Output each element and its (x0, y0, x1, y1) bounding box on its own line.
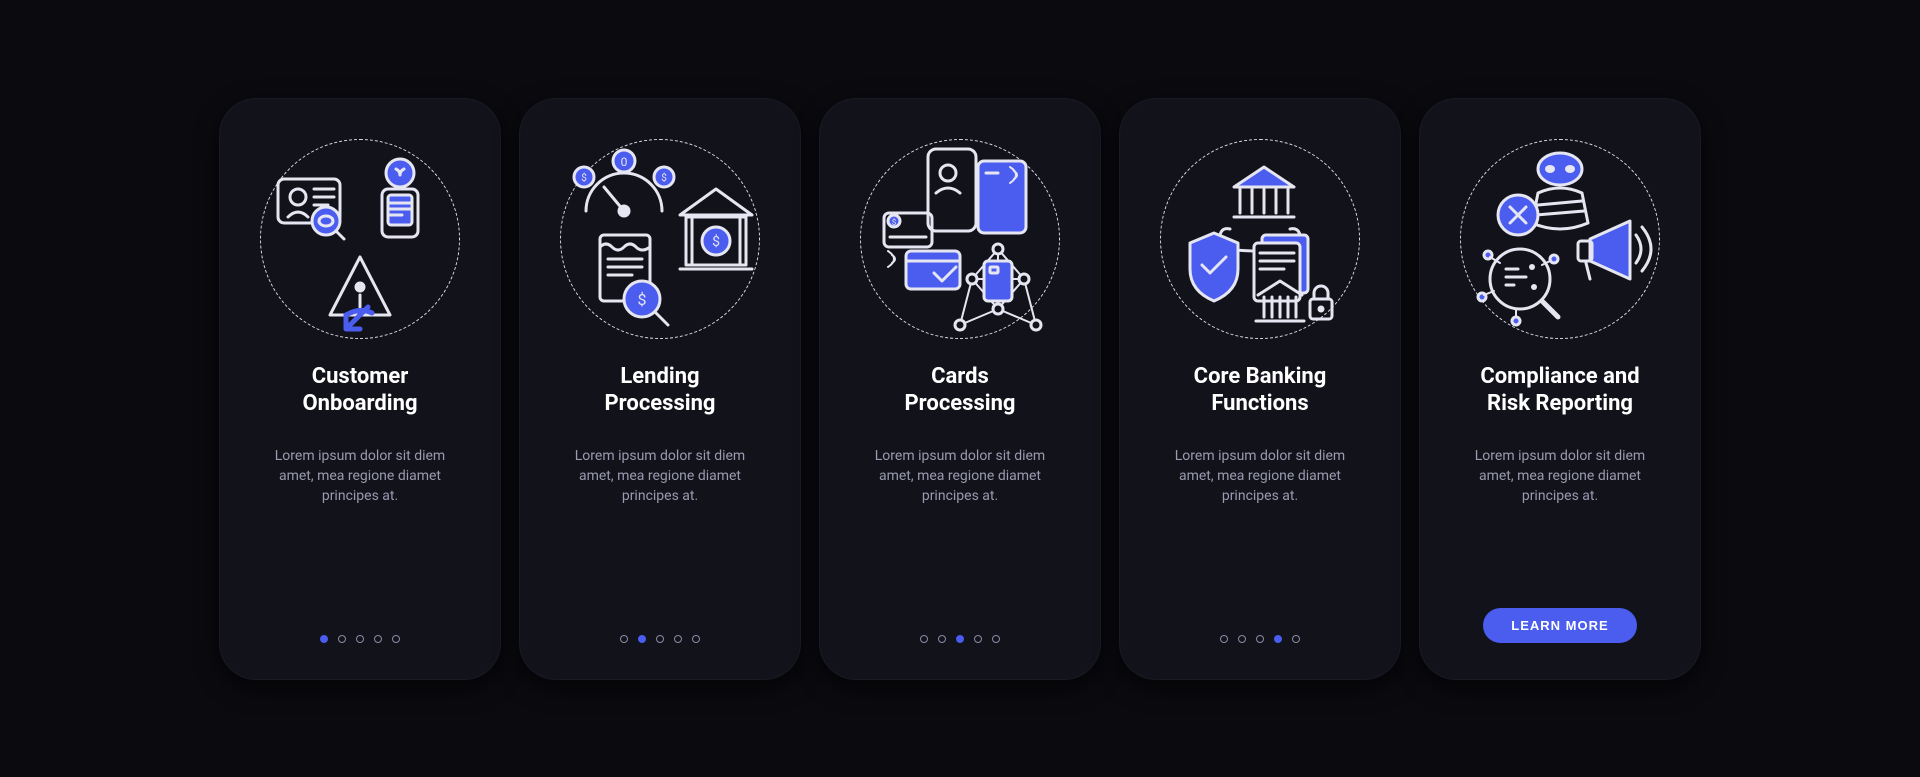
dot-2[interactable] (638, 635, 646, 643)
dot-2[interactable] (938, 635, 946, 643)
card-desc: Lorem ipsum dolor sit diem amet, mea reg… (560, 446, 760, 507)
dot-2[interactable] (338, 635, 346, 643)
dot-3[interactable] (956, 635, 964, 643)
customer-onboarding-icon (260, 139, 460, 339)
dot-1[interactable] (920, 635, 928, 643)
pagination-dots (320, 635, 400, 643)
svg-text:$: $ (892, 218, 897, 227)
pagination-dots (620, 635, 700, 643)
dot-1[interactable] (1220, 635, 1228, 643)
card-desc: Lorem ipsum dolor sit diem amet, mea reg… (1460, 446, 1660, 507)
onboarding-card-5: Compliance and Risk Reporting Lorem ipsu… (1420, 99, 1700, 679)
svg-text:$: $ (661, 171, 667, 184)
pagination-dots (920, 635, 1000, 643)
dot-3[interactable] (356, 635, 364, 643)
card-desc: Lorem ipsum dolor sit diem amet, mea reg… (1160, 446, 1360, 507)
dot-4[interactable] (1274, 635, 1282, 643)
svg-text:0: 0 (621, 155, 628, 169)
onboarding-card-4: Core Banking Functions Lorem ipsum dolor… (1120, 99, 1400, 679)
dot-5[interactable] (1292, 635, 1300, 643)
dot-4[interactable] (974, 635, 982, 643)
svg-text:$: $ (712, 233, 720, 250)
card-desc: Lorem ipsum dolor sit diem amet, mea reg… (260, 446, 460, 507)
card-title: Compliance and Risk Reporting (1480, 363, 1639, 418)
core-banking-icon (1160, 139, 1360, 339)
dot-4[interactable] (374, 635, 382, 643)
dot-5[interactable] (392, 635, 400, 643)
compliance-risk-icon (1460, 139, 1660, 339)
dot-4[interactable] (674, 635, 682, 643)
svg-text:$: $ (638, 290, 647, 309)
card-desc: Lorem ipsum dolor sit diem amet, mea reg… (860, 446, 1060, 507)
onboarding-card-3: $ (820, 99, 1100, 679)
card-title: Lending Processing (605, 363, 716, 418)
pagination-dots (1220, 635, 1300, 643)
onboarding-card-1: Customer Onboarding Lorem ipsum dolor si… (220, 99, 500, 679)
svg-text:$: $ (581, 171, 587, 184)
card-title: Cards Processing (905, 363, 1016, 418)
dot-3[interactable] (656, 635, 664, 643)
learn-more-button[interactable]: LEARN MORE (1483, 608, 1636, 643)
lending-processing-icon: $ 0 $ $ $ (560, 139, 760, 339)
dot-2[interactable] (1238, 635, 1246, 643)
dot-1[interactable] (320, 635, 328, 643)
onboarding-card-2: $ 0 $ $ $ Lending Processing Lorem ips (520, 99, 800, 679)
dot-5[interactable] (692, 635, 700, 643)
card-title: Core Banking Functions (1194, 363, 1327, 418)
dot-5[interactable] (992, 635, 1000, 643)
cards-processing-icon: $ (860, 139, 1060, 339)
dot-3[interactable] (1256, 635, 1264, 643)
card-title: Customer Onboarding (302, 363, 417, 418)
dot-1[interactable] (620, 635, 628, 643)
